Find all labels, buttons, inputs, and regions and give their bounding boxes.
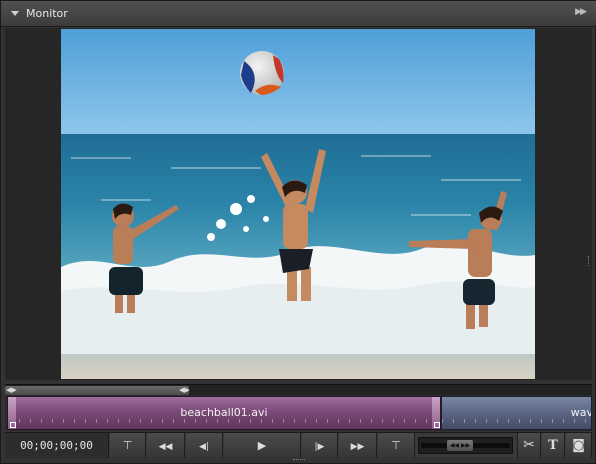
clip-name: beachball01.avi [180,406,268,419]
monitor-panel: Monitor ▶▶ ◀▶ ◀▶ beachball01.avi wav 00;… [0,0,596,464]
rewind-button[interactable]: ◀◀ [147,433,185,458]
viewer-resize-grip[interactable] [588,256,591,266]
clip-ticks [442,419,591,423]
play-button[interactable]: ▶ [224,433,301,458]
step-back-icon: ◀| [199,442,209,452]
set-out-point-icon: ⊤ [391,439,401,452]
timeline-clip[interactable]: beachball01.avi [7,396,441,430]
set-in-point-icon: ⊤ [122,439,133,452]
play-icon: ▶ [257,439,267,452]
fast-forward-button[interactable]: ▶▶ [339,433,377,458]
monitor-viewer [5,28,592,380]
panel-title-bar: Monitor ▶▶ [1,1,596,27]
add-title-button[interactable]: T [542,433,565,458]
set-in-point-button[interactable]: ⊤ [110,433,146,458]
clip-name: wav [570,406,592,419]
transport-controls: 00;00;00;00 ⊤ ◀◀ ◀| ▶ |▶ ▶▶ ⊤ ◀◀ ▶▶ ✂ T … [5,432,592,458]
step-back-button[interactable]: ◀| [186,433,223,458]
shuttle-slider[interactable]: ◀◀ ▶▶ [418,437,513,454]
timecode-display[interactable]: 00;00;00;00 [5,433,109,458]
step-forward-button[interactable]: |▶ [302,433,338,458]
panel-resize-grip[interactable] [293,459,305,462]
panel-menu-icon[interactable]: ▶▶ [575,7,587,17]
scrollbar-thumb[interactable] [5,386,189,395]
timeline-horizontal-scrollbar[interactable]: ◀▶ ◀▶ [5,384,592,395]
panel-title: Monitor [26,7,68,20]
set-out-point-button[interactable]: ⊤ [378,433,415,458]
text-tool-icon: T [548,438,558,453]
mini-timeline: beachball01.avi wav [5,395,592,431]
fast-forward-icon: ▶▶ [350,442,365,452]
collapse-triangle-icon[interactable] [11,11,19,16]
clip-ticks [8,419,440,423]
scroll-right-icon[interactable]: ◀▶ [179,385,190,395]
step-forward-icon: |▶ [314,442,325,452]
split-clip-button[interactable]: ✂ [517,433,541,458]
rewind-icon: ◀◀ [158,442,173,452]
freeze-frame-button[interactable]: ◙ [566,433,592,458]
scissors-icon: ✂ [523,437,535,453]
timeline-clip[interactable]: wav [441,396,592,430]
camera-icon: ◙ [572,438,585,453]
shuttle-knob[interactable]: ◀◀ ▶▶ [447,440,473,451]
clip-trim-handle-right[interactable] [432,397,440,429]
scroll-left-icon[interactable]: ◀▶ [6,385,17,395]
video-preview-frame[interactable] [61,29,535,379]
